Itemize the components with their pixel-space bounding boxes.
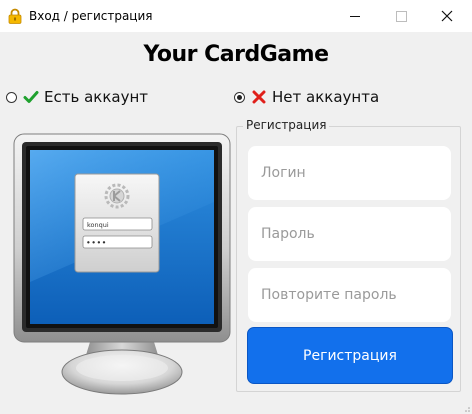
maximize-button[interactable] <box>378 0 424 32</box>
close-icon <box>441 10 453 22</box>
window-title: Вход / регистрация <box>29 9 153 23</box>
illustration-username: konqui <box>87 221 109 229</box>
radio-has-account-label: Есть аккаунт <box>44 88 148 106</box>
minimize-icon <box>350 15 360 17</box>
minimize-button[interactable] <box>332 0 378 32</box>
monitor-illustration: konqui •••• <box>13 133 231 395</box>
registration-group-title: Регистрация <box>243 117 330 133</box>
radio-has-account-indicator[interactable] <box>6 91 17 103</box>
illustration-password: •••• <box>86 239 107 248</box>
title-bar[interactable]: Вход / регистрация <box>0 0 472 32</box>
maximize-icon <box>395 10 407 22</box>
radio-no-account-indicator[interactable] <box>234 91 245 103</box>
close-button[interactable] <box>424 0 470 32</box>
register-button-label: Регистрация <box>303 347 397 364</box>
login-input[interactable] <box>248 146 451 200</box>
register-button[interactable]: Регистрация <box>247 327 453 384</box>
login-window: Вход / регистрация Your CardGame Есть ак… <box>0 0 472 414</box>
password-input[interactable] <box>248 207 451 261</box>
app-title: Your CardGame <box>143 42 329 67</box>
resize-grip-icon[interactable] <box>462 404 470 412</box>
repeat-password-input[interactable] <box>248 268 451 322</box>
lock-icon <box>8 8 22 24</box>
cross-icon <box>252 90 266 104</box>
radio-no-account[interactable]: Нет аккаунта <box>234 88 379 106</box>
checkmark-icon <box>23 91 39 103</box>
radio-no-account-label: Нет аккаунта <box>272 88 380 106</box>
radio-has-account[interactable]: Есть аккаунт <box>6 88 148 106</box>
